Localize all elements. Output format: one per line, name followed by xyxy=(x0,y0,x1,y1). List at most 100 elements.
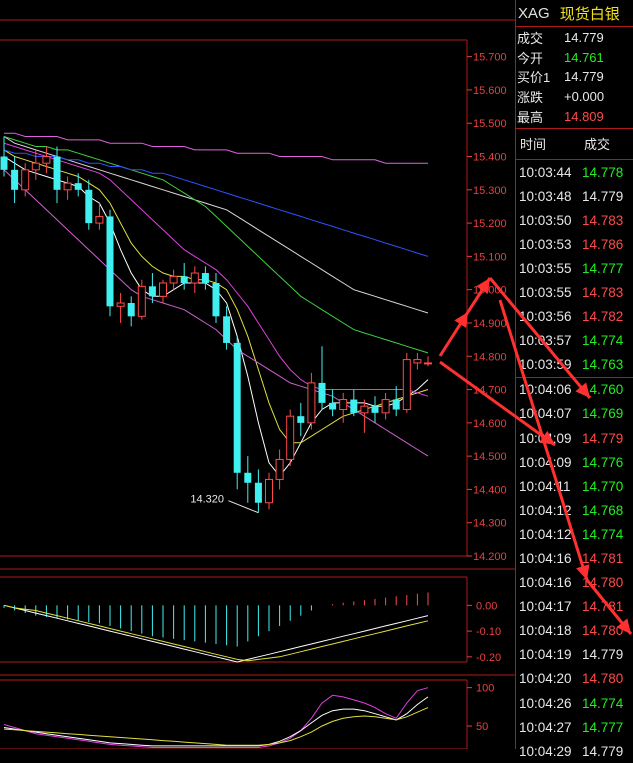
trade-time: 10:03:44 xyxy=(519,164,572,180)
trade-price: 14.777 xyxy=(582,719,624,735)
candle-body xyxy=(318,382,326,403)
trade-price: 14.783 xyxy=(582,284,624,300)
trade-price: 14.780 xyxy=(582,575,624,591)
quote-field-label: 涨跌 xyxy=(517,90,544,106)
y-tick-label: 14.200 xyxy=(473,551,507,563)
candle-body xyxy=(381,399,390,414)
quote-summary: 成交 14.779 今开 14.761 买价1 14.779 涨跌 +0.000 最高 14.80… xyxy=(516,27,633,129)
ma-line xyxy=(3,149,429,257)
trade-price: 14.774 xyxy=(582,333,624,349)
chart-area[interactable]: 15.700 15.600 15.500 15.400 15.300 15.200 15.1… xyxy=(0,0,515,749)
trade-row: 10:03:48 14.779 xyxy=(516,184,633,208)
candle-body xyxy=(85,189,93,224)
trade-row: 10:04:20 14.780 xyxy=(516,667,633,691)
trade-price: 14.780 xyxy=(582,671,624,687)
trade-row: 10:04:29 14.779 xyxy=(516,739,633,763)
trade-row: 10:04:12 14.774 xyxy=(516,522,633,546)
y-tick-label: 15.700 xyxy=(473,52,507,64)
trade-time: 10:03:48 xyxy=(519,188,572,204)
candle-body xyxy=(223,316,231,343)
trade-price: 14.786 xyxy=(582,236,624,252)
candle-body xyxy=(0,156,8,170)
quote-field: 今开 14.761 xyxy=(516,48,633,68)
candle-body xyxy=(53,156,61,190)
quote-field: 成交 14.779 xyxy=(516,28,633,48)
trade-price: 14.781 xyxy=(582,551,624,567)
trade-price: 14.776 xyxy=(582,454,624,470)
quote-field-label: 今开 xyxy=(517,50,544,66)
y-tick-label: -0.10 xyxy=(476,626,501,638)
trade-row: 10:04:27 14.777 xyxy=(516,715,633,739)
low-label: 14.320 xyxy=(190,494,224,506)
y-tick-label: 15.400 xyxy=(473,152,507,164)
candle-body xyxy=(95,215,104,224)
y-tick-label: 15.100 xyxy=(473,251,507,263)
trade-time: 10:03:53 xyxy=(519,236,572,252)
trade-row: 10:03:56 14.782 xyxy=(516,305,633,329)
trade-time: 10:04:17 xyxy=(519,599,572,615)
candle-body xyxy=(339,399,348,411)
quote-field-label: 最高 xyxy=(517,109,544,125)
trade-time: 10:04:29 xyxy=(519,743,572,759)
candle-body xyxy=(159,282,167,297)
quote-field: 涨跌 +0.000 xyxy=(516,87,633,107)
trade-time: 10:04:11 xyxy=(519,478,571,494)
trade-row: 10:04:06 14.760 xyxy=(516,376,633,402)
y-tick-label: 14.900 xyxy=(473,318,507,330)
candle-body xyxy=(350,399,358,413)
trade-time: 10:03:56 xyxy=(519,309,572,325)
trade-time: 10:03:55 xyxy=(519,284,572,300)
trade-row: 10:03:55 14.783 xyxy=(516,280,633,304)
trade-price: 14.779 xyxy=(582,430,624,446)
candle-body xyxy=(254,482,262,503)
trade-row: 10:04:18 14.780 xyxy=(516,619,633,643)
candle-body xyxy=(360,405,369,414)
candle-body xyxy=(402,359,411,411)
trade-price: 14.763 xyxy=(582,357,624,373)
trade-row: 10:03:57 14.774 xyxy=(516,329,633,353)
quote-field-label: 成交 xyxy=(517,31,544,47)
trade-row: 10:04:12 14.768 xyxy=(516,498,633,522)
candle-body xyxy=(371,406,379,413)
quote-field-value: +0.000 xyxy=(564,89,605,105)
trade-price: 14.780 xyxy=(582,623,624,639)
y-tick-label: -0.20 xyxy=(476,652,501,664)
trade-time: 10:03:59 xyxy=(519,357,572,373)
trade-price: 14.760 xyxy=(582,382,624,398)
trade-price: 14.778 xyxy=(582,164,624,180)
trades-list[interactable]: 10:03:44 14.778 10:03:48 14.779 10:03:50 14.7… xyxy=(516,160,633,763)
chart-canvas: 15.700 15.600 15.500 15.400 15.300 15.200 15.1… xyxy=(0,19,515,749)
trade-row: 10:04:26 14.774 xyxy=(516,691,633,715)
trade-price: 14.768 xyxy=(582,502,624,518)
trade-price: 14.779 xyxy=(582,647,624,663)
trade-time: 10:04:27 xyxy=(519,719,572,735)
trade-time: 10:04:20 xyxy=(519,671,572,687)
trades-header: 时间 成交 xyxy=(516,129,633,160)
candle-body xyxy=(424,362,432,365)
y-tick-label: 50 xyxy=(476,721,488,733)
trade-row: 10:03:59 14.763 xyxy=(516,353,633,377)
candle-body xyxy=(11,169,19,190)
trade-time: 10:04:12 xyxy=(519,526,572,542)
trade-row: 10:04:17 14.781 xyxy=(516,595,633,619)
candle-body xyxy=(106,216,114,307)
candle-body xyxy=(148,286,156,297)
trade-row: 10:04:09 14.776 xyxy=(516,450,633,474)
quote-panel: XAG 现货白银 成交 14.779 今开 14.761 买价1 14.779 涨跌 +0.0… xyxy=(515,0,633,759)
trade-time: 10:04:16 xyxy=(519,575,572,591)
trade-price: 14.769 xyxy=(582,406,624,422)
candle-body xyxy=(190,272,199,284)
trade-time: 10:04:19 xyxy=(519,647,572,663)
candle-body xyxy=(286,415,295,460)
trade-time: 10:04:26 xyxy=(519,695,572,711)
y-tick-label: 14.600 xyxy=(473,418,507,430)
trade-row: 10:04:07 14.769 xyxy=(516,402,633,426)
quote-field-value: 14.809 xyxy=(564,108,604,124)
candle-body xyxy=(329,402,337,410)
candle-body xyxy=(127,302,135,317)
trade-price: 14.777 xyxy=(582,260,624,276)
trade-time: 10:04:09 xyxy=(519,430,572,446)
kdj-line xyxy=(3,707,429,746)
trade-row: 10:04:09 14.779 xyxy=(516,426,633,450)
y-tick-label: 14.400 xyxy=(473,484,507,496)
